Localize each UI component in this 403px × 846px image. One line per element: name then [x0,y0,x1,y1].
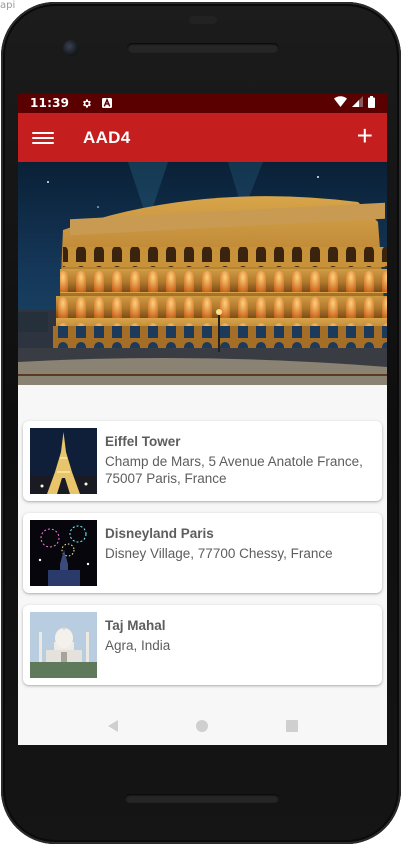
place-name: Eiffel Tower [105,434,181,449]
app-screen: 11:39 AAD4 + Eiffel Tower Champ de Mars,… [18,93,387,745]
place-address: Disney Village, 77700 Chessy, France [105,546,333,561]
list-item[interactable]: Eiffel Tower Champ de Mars, 5 Avenue Ana… [23,421,382,501]
wifi-icon [334,96,347,110]
disneyland-thumbnail [30,520,97,586]
front-camera-icon [63,40,79,56]
system-nav-bar [18,705,387,747]
recents-square-icon[interactable] [277,711,307,741]
bottom-speaker [125,794,279,803]
list-item[interactable]: Disneyland Paris Disney Village, 77700 C… [23,513,382,593]
gear-icon [81,98,92,109]
status-time: 11:39 [30,96,70,110]
a-badge-icon [102,98,113,108]
app-title: AAD4 [83,127,131,147]
list-item[interactable]: Taj Mahal Agra, India [23,605,382,685]
proximity-sensor [189,16,217,24]
signal-icon [352,96,363,110]
place-name: Taj Mahal [105,618,166,633]
earpiece-speaker [127,43,279,53]
place-address: Agra, India [105,638,171,653]
hamburger-menu-icon[interactable] [32,127,54,149]
app-bar: AAD4 + [18,113,387,162]
colosseum-photo-graphic [18,162,387,385]
place-name: Disneyland Paris [105,526,214,541]
home-circle-icon[interactable] [187,711,217,741]
add-button[interactable]: + [357,122,373,150]
back-triangle-icon[interactable] [98,711,128,741]
corner-text: api [0,0,16,11]
places-list: Eiffel Tower Champ de Mars, 5 Avenue Ana… [18,385,387,685]
status-bar: 11:39 [18,93,387,113]
taj-mahal-thumbnail [30,612,97,678]
battery-icon [368,95,375,111]
hero-colosseum-image [18,162,387,385]
eiffel-tower-thumbnail [30,428,97,494]
place-address: Champ de Mars, 5 Avenue Anatole France, … [105,454,363,486]
